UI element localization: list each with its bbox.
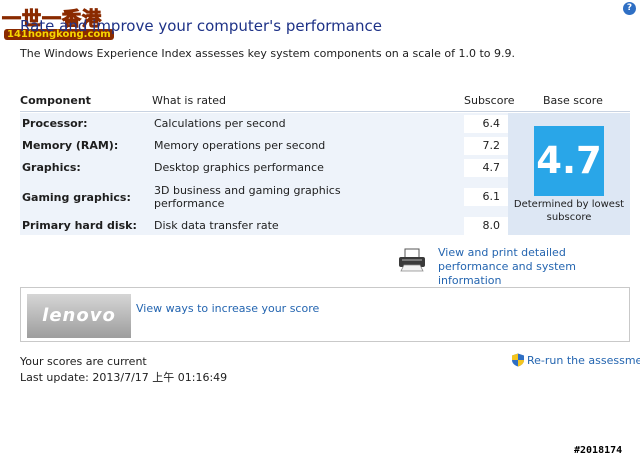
- subscore-value: 6.4: [464, 115, 508, 133]
- subscore-value: 7.2: [464, 137, 508, 155]
- header-subscore: Subscore: [464, 94, 515, 107]
- component-label: Processor:: [22, 117, 88, 130]
- rated-label: Desktop graphics performance: [154, 161, 324, 174]
- rated-label: Disk data transfer rate: [154, 219, 279, 232]
- page-title: Rate and improve your computer's perform…: [20, 17, 382, 35]
- subscore-value: 4.7: [464, 159, 508, 177]
- base-score-value: 4.7: [534, 126, 604, 196]
- uac-shield-icon: [512, 353, 524, 367]
- subscore-value: 6.1: [464, 188, 508, 206]
- component-label: Memory (RAM):: [22, 139, 119, 152]
- last-update-text: Last update: 2013/7/17 上午 01:16:49: [20, 371, 228, 384]
- rerun-assessment-link[interactable]: Re-run the assessment: [527, 354, 640, 367]
- printer-icon[interactable]: [396, 248, 428, 272]
- view-print-details-link[interactable]: View and print detailed performance and …: [438, 246, 638, 288]
- rows-background: [20, 113, 508, 235]
- subscore-value: 8.0: [464, 217, 508, 235]
- table-header: Component What is rated Subscore Base sc…: [20, 90, 630, 112]
- lenovo-logo: lenovo: [27, 294, 131, 338]
- lenovo-support-panel: lenovo View ways to increase your score: [20, 287, 630, 342]
- base-score-caption: Determined by lowest subscore: [513, 199, 625, 223]
- component-label: Primary hard disk:: [22, 219, 137, 232]
- component-label: Gaming graphics:: [22, 191, 131, 204]
- view-ways-to-increase-link[interactable]: View ways to increase your score: [136, 302, 319, 315]
- component-label: Graphics:: [22, 161, 81, 174]
- help-icon[interactable]: ?: [623, 2, 636, 15]
- rated-label: 3D business and gaming graphics performa…: [154, 184, 341, 210]
- header-base-score: Base score: [543, 94, 603, 107]
- intro-text: The Windows Experience Index assesses ke…: [20, 47, 515, 60]
- rated-label: Calculations per second: [154, 117, 286, 130]
- rated-label: Memory operations per second: [154, 139, 326, 152]
- header-component: Component: [20, 94, 91, 107]
- post-id-label: #2018174: [574, 445, 623, 456]
- scores-current-text: Your scores are current: [20, 355, 147, 368]
- header-what-is-rated: What is rated: [152, 94, 227, 107]
